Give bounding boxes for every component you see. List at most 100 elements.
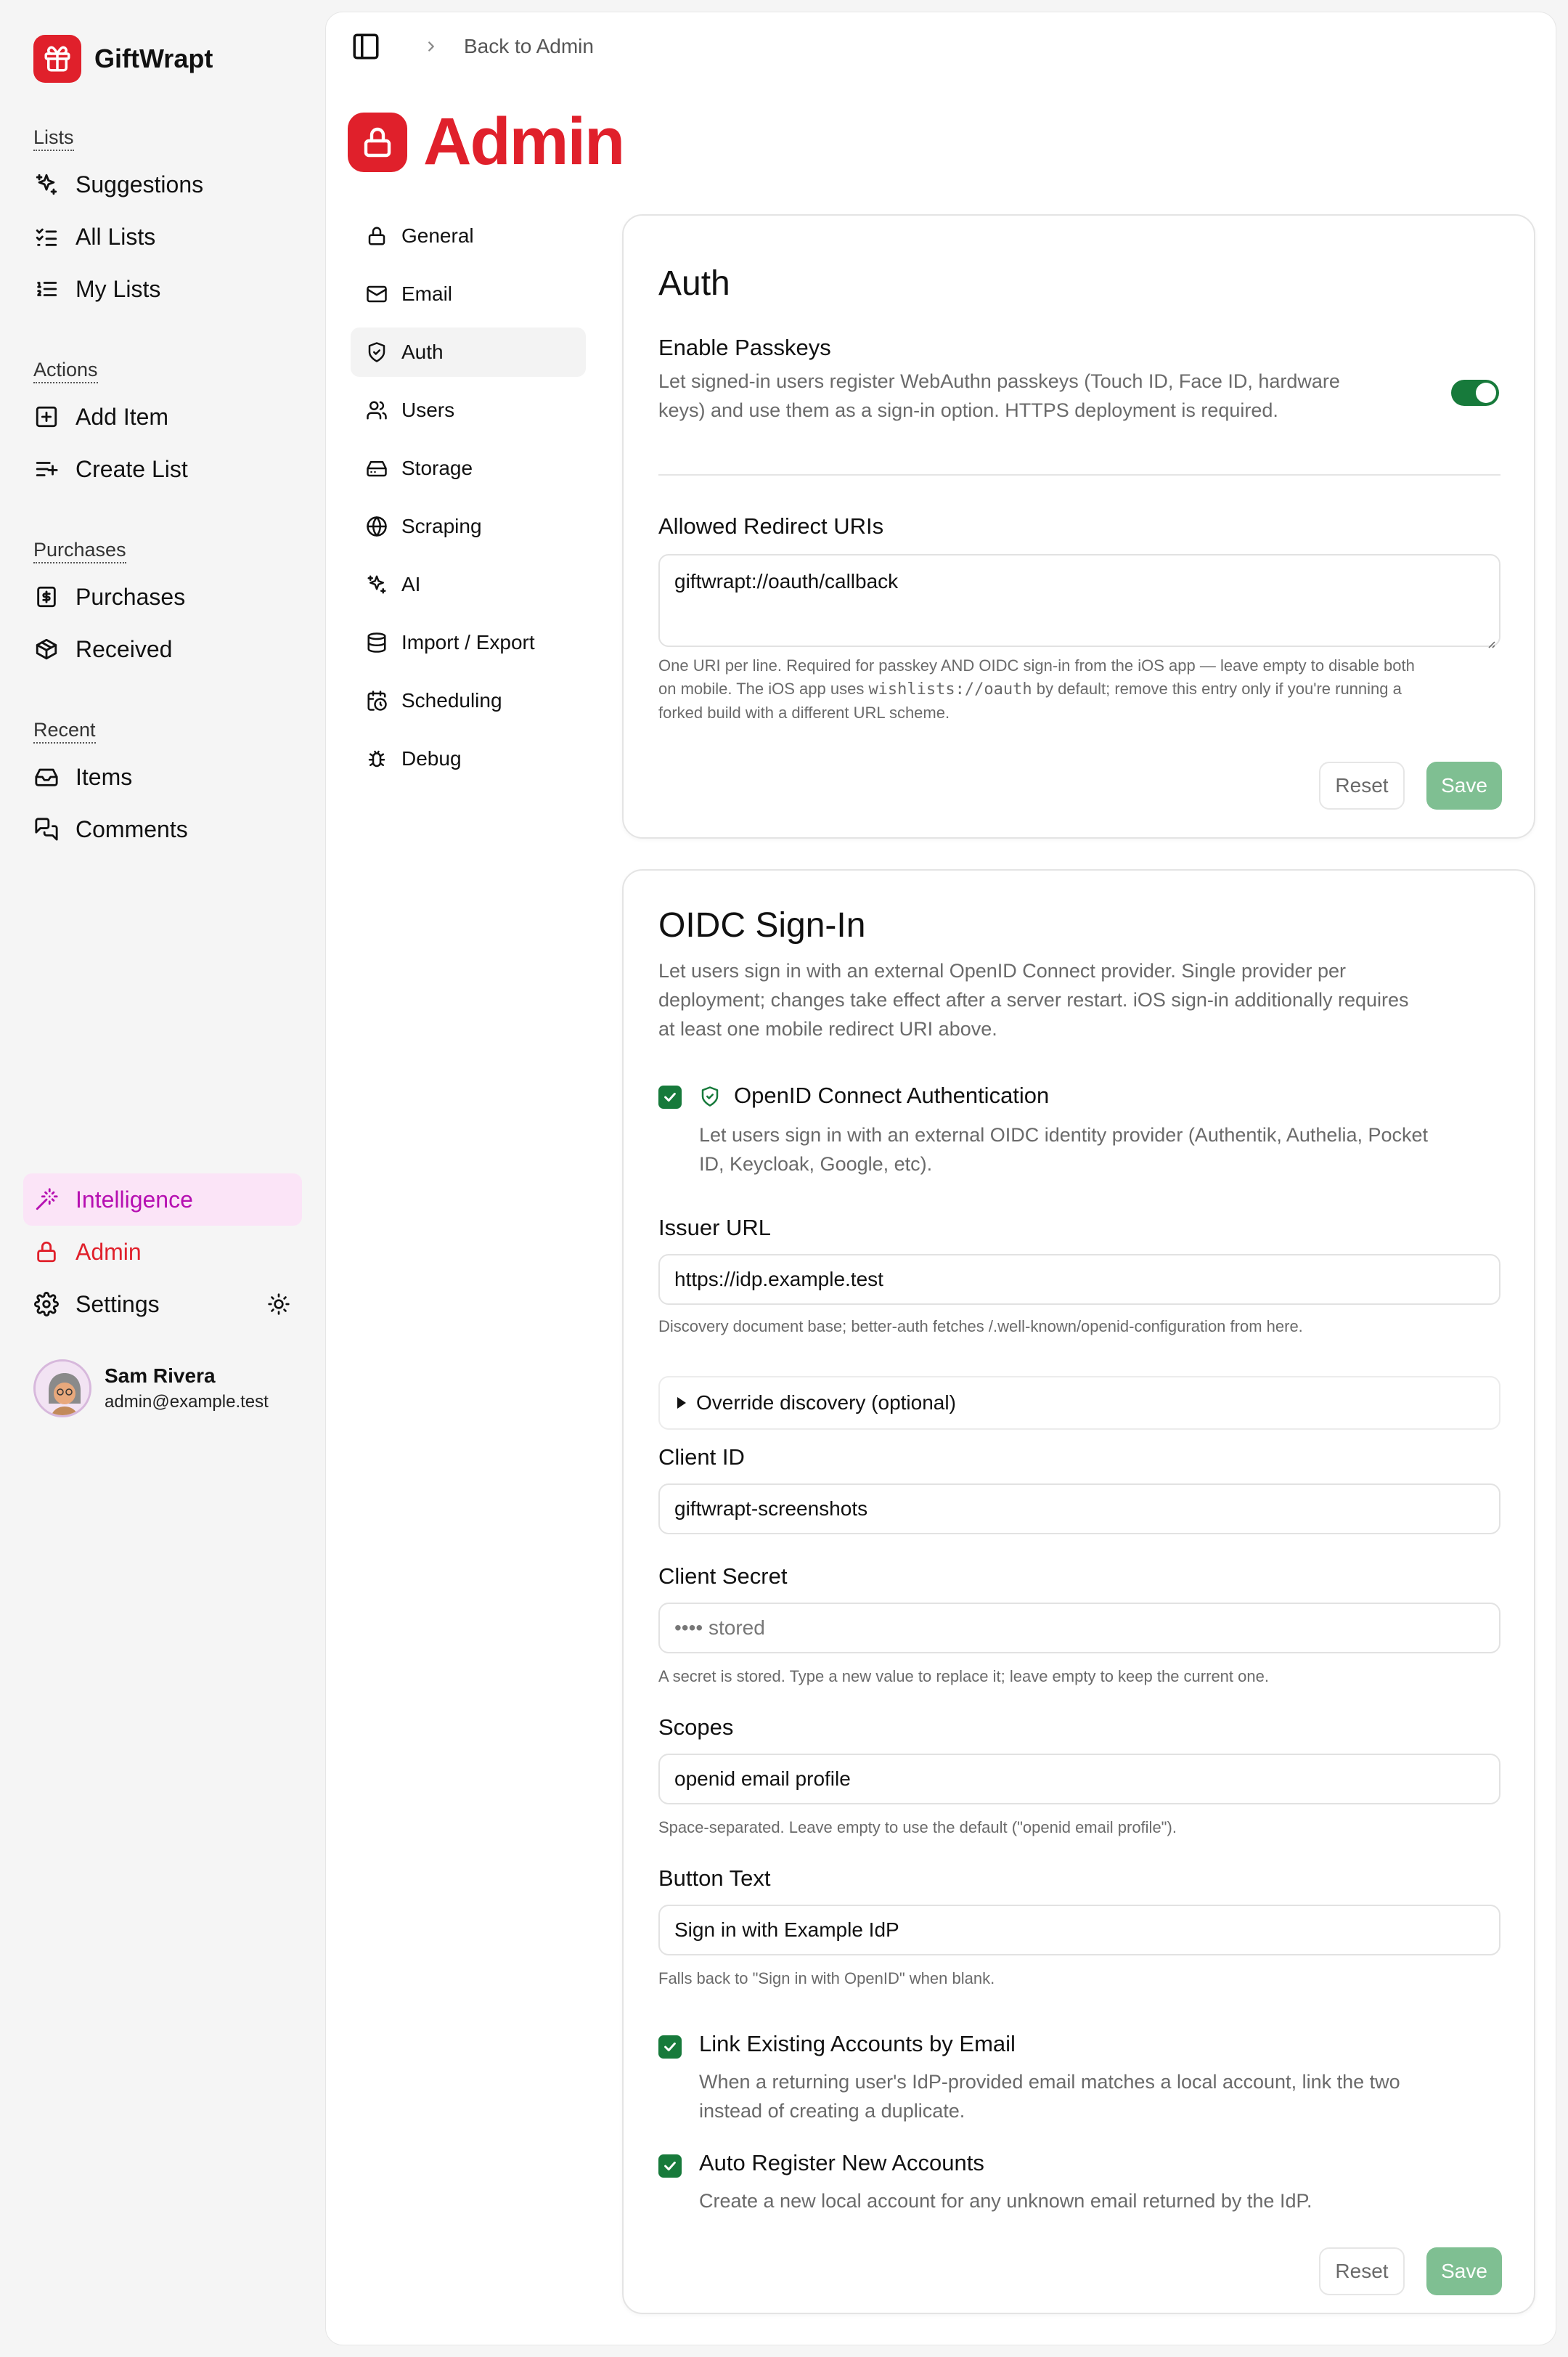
sidebar-item-received[interactable]: Received [33, 623, 302, 675]
desc-line: deployment; changes take effect after a … [658, 989, 1409, 1011]
auth-card: Auth Enable Passkeys Let signed-in users… [622, 214, 1535, 839]
sidebar-item-intelligence[interactable]: Intelligence [23, 1173, 302, 1226]
group-title-recent: Recent [33, 717, 96, 744]
desc-line: When a returning user's IdP-provided ema… [699, 2071, 1400, 2093]
group-title-lists: Lists [33, 125, 74, 151]
tab-general[interactable]: General [351, 211, 586, 261]
override-discovery-label: Override discovery (optional) [696, 1391, 956, 1414]
tab-label: Auth [401, 341, 444, 363]
auth-reset-button[interactable]: Reset [1319, 762, 1405, 810]
tab-users[interactable]: Users [351, 386, 586, 435]
override-discovery-toggle[interactable]: Override discovery (optional) [658, 1376, 1500, 1430]
hint-line: forked build with a different URL scheme… [658, 704, 950, 722]
nav-group-lists: Lists Suggestions All Lists My Lists [33, 125, 302, 315]
sidebar-item-add-item[interactable]: Add Item [33, 391, 302, 443]
sidebar-bottom-nav: Intelligence Admin Settings [23, 1173, 302, 1330]
tab-label: Storage [401, 457, 473, 479]
tab-storage[interactable]: Storage [351, 444, 586, 493]
lock-icon [365, 224, 388, 248]
tab-scraping[interactable]: Scraping [351, 502, 586, 551]
passkeys-label: Enable Passkeys [658, 335, 831, 360]
redirect-uris-textarea[interactable]: giftwrapt://oauth/callback [658, 554, 1500, 648]
sidebar-item-my-lists[interactable]: My Lists [33, 263, 302, 315]
sidebar-item-comments[interactable]: Comments [33, 803, 302, 855]
check-icon [664, 2161, 676, 2171]
square-plus-icon [33, 404, 60, 430]
desc-line: at least one mobile redirect URI above. [658, 1018, 997, 1040]
issuer-url-input[interactable]: https://idp.example.test [658, 1254, 1500, 1305]
resize-handle-icon[interactable] [1485, 631, 1496, 648]
sidebar-item-purchases[interactable]: Purchases [33, 571, 302, 623]
chevron-right-icon [423, 38, 439, 54]
oidc-card-title: OIDC Sign-In [658, 906, 866, 945]
sidebar-item-suggestions[interactable]: Suggestions [33, 158, 302, 211]
sidebar-item-items[interactable]: Items [33, 751, 302, 803]
oidc-description: Let users sign in with an external OpenI… [658, 956, 1409, 1043]
list-ordered-icon [33, 276, 60, 302]
oidc-card: OIDC Sign-In Let users sign in with an e… [622, 869, 1535, 2314]
client-secret-hint: A secret is stored. Type a new value to … [658, 1667, 1269, 1685]
oidc-enable-checkbox[interactable] [658, 1086, 682, 1109]
tab-import-export[interactable]: Import / Export [351, 618, 586, 667]
passkeys-desc-line: Let signed-in users register WebAuthn pa… [658, 370, 1340, 392]
oidc-save-button[interactable]: Save [1426, 2247, 1502, 2295]
sidebar-item-label: Intelligence [75, 1186, 193, 1213]
oidc-reset-button[interactable]: Reset [1319, 2247, 1405, 2295]
client-secret-input[interactable]: •••• stored [658, 1603, 1500, 1653]
link-accounts-description: When a returning user's IdP-provided ema… [699, 2067, 1400, 2125]
scopes-input[interactable]: openid email profile [658, 1754, 1500, 1804]
client-secret-placeholder: •••• stored [674, 1616, 765, 1639]
tab-label: AI [401, 573, 421, 595]
button-text-input[interactable]: Sign in with Example IdP [658, 1905, 1500, 1955]
check-icon [664, 1092, 676, 1102]
sidebar-item-label: Received [75, 635, 173, 662]
client-id-input[interactable]: giftwrapt-screenshots [658, 1483, 1500, 1534]
tab-debug[interactable]: Debug [351, 734, 586, 783]
user-profile[interactable]: Sam Rivera admin@example.test [33, 1359, 269, 1417]
sidebar-item-settings[interactable]: Settings [23, 1278, 302, 1330]
admin-section-nav: General Email Auth Users Storage Scrapin… [351, 211, 586, 792]
messages-icon [33, 816, 60, 842]
tab-ai[interactable]: AI [351, 560, 586, 609]
calendar-clock-icon [365, 689, 388, 712]
tab-label: Scheduling [401, 689, 502, 712]
bug-icon [365, 747, 388, 770]
issuer-url-label: Issuer URL [658, 1215, 772, 1240]
sidebar-item-label: Items [75, 763, 133, 790]
sidebar-item-admin[interactable]: Admin [23, 1226, 302, 1278]
auth-save-button[interactable]: Save [1426, 762, 1502, 810]
auto-register-description: Create a new local account for any unkno… [699, 2190, 1312, 2212]
brand[interactable]: GiftWrapt [33, 35, 213, 83]
tab-scheduling[interactable]: Scheduling [351, 676, 586, 725]
tab-email[interactable]: Email [351, 269, 586, 319]
hint-code: wishlists://oauth [868, 680, 1032, 699]
sidebar-item-label: Suggestions [75, 171, 204, 198]
shield-icon [365, 341, 388, 364]
sun-icon[interactable] [266, 1291, 292, 1317]
link-accounts-checkbox[interactable] [658, 2035, 682, 2059]
back-to-admin-link[interactable]: Back to Admin [464, 35, 594, 58]
gear-icon [33, 1291, 60, 1317]
hint-line: on mobile. The iOS app uses wishlists://… [658, 677, 1415, 701]
tab-label: Scraping [401, 515, 482, 537]
sidebar-toggle-icon[interactable] [351, 31, 381, 62]
button-text-value: Sign in with Example IdP [674, 1918, 899, 1941]
sidebar-item-all-lists[interactable]: All Lists [33, 211, 302, 263]
auto-register-checkbox[interactable] [658, 2154, 682, 2178]
desc-line: Let users sign in with an external OpenI… [658, 960, 1347, 982]
scopes-value: openid email profile [674, 1767, 851, 1790]
client-secret-label: Client Secret [658, 1563, 788, 1589]
package-icon [33, 636, 60, 662]
redirect-uris-hint: One URI per line. Required for passkey A… [658, 654, 1415, 725]
divider [658, 474, 1500, 476]
tab-label: Users [401, 399, 455, 421]
avatar [33, 1359, 91, 1417]
nav-group-actions: Actions Add Item Create List [33, 357, 302, 495]
client-id-value: giftwrapt-screenshots [674, 1497, 868, 1520]
globe-icon [365, 515, 388, 538]
tab-label: General [401, 224, 474, 247]
topbar: Back to Admin [351, 31, 594, 62]
sidebar-item-create-list[interactable]: Create List [33, 443, 302, 495]
tab-auth[interactable]: Auth [351, 327, 586, 377]
passkeys-toggle[interactable] [1451, 380, 1499, 406]
